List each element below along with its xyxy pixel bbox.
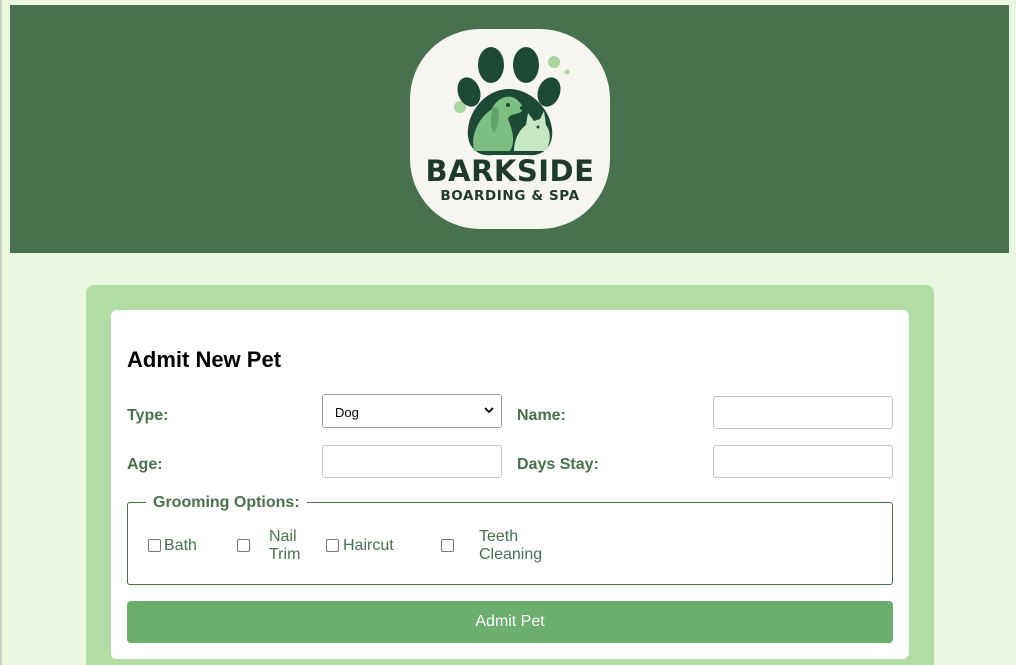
- days-stay-input[interactable]: [713, 445, 893, 478]
- name-label: Name:: [517, 407, 566, 424]
- admit-pet-button[interactable]: Admit Pet: [127, 601, 893, 643]
- bath-option-label: Bath: [164, 537, 197, 554]
- bath-checkbox[interactable]: [148, 539, 161, 552]
- grooming-options-legend: Grooming Options:: [146, 494, 307, 512]
- name-input[interactable]: [713, 396, 893, 429]
- form-title: Admit New Pet: [127, 347, 282, 372]
- haircut-checkbox[interactable]: [326, 539, 339, 552]
- age-label: Age:: [127, 456, 163, 473]
- haircut-option-label: Haircut: [343, 537, 394, 554]
- teeth-cleaning-checkbox[interactable]: [441, 539, 454, 552]
- type-select[interactable]: Dog: [322, 394, 502, 428]
- brand-name: BARKSIDE: [425, 154, 595, 188]
- type-label: Type:: [127, 407, 169, 424]
- admit-form-card: Admit New Pet Type: Dog Name: Age: Days …: [111, 310, 909, 659]
- brand-logo: BARKSIDE BOARDING & SPA: [410, 29, 610, 229]
- nail-trim-checkbox[interactable]: [237, 539, 250, 552]
- grooming-options-group: Grooming Options: Bath Nail Trim Haircut…: [127, 494, 893, 585]
- chevron-down-icon: [484, 407, 494, 414]
- type-select-value: Dog: [335, 405, 359, 420]
- age-input[interactable]: [322, 445, 502, 478]
- days-stay-label: Days Stay:: [517, 456, 599, 473]
- window-edge: [0, 0, 2, 665]
- nail-trim-option-label: Nail Trim: [269, 528, 301, 563]
- site-header: BARKSIDE BOARDING & SPA: [10, 5, 1009, 253]
- brand-tagline: BOARDING & SPA: [440, 188, 580, 204]
- teeth-cleaning-option-label: Teeth Cleaning: [479, 528, 543, 563]
